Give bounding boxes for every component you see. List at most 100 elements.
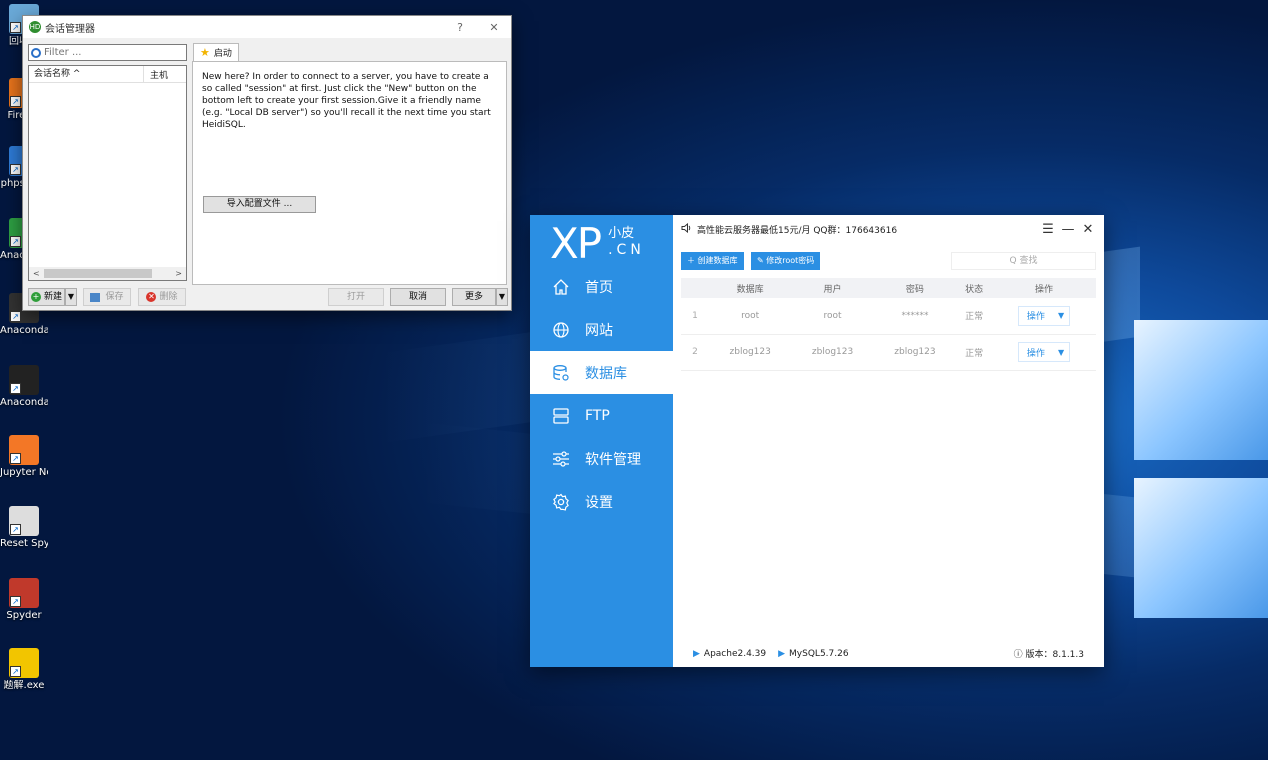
sidebar-item-label: 设置 [585,494,613,511]
new-dropdown-button[interactable]: ▼ [65,288,77,306]
sidebar-item-ftp[interactable]: FTP [530,394,673,437]
chevron-down-icon[interactable]: ▼ [1053,348,1069,357]
database-icon [552,364,570,382]
button-bar: + 新建 ▼ 保存 ✕ 删除 打开 取消 更多 ▼ [28,288,508,306]
table-header: 数据库 用户 密码 状态 操作 [681,278,1096,298]
service-mysql[interactable]: ▶ MySQL5.7.26 [778,647,848,660]
close-button[interactable]: ✕ [477,21,511,34]
cell-database: root [741,310,760,321]
import-settings-button[interactable]: 导入配置文件 ... [203,196,316,213]
save-icon [90,292,101,302]
desktop-icon[interactable]: ↗ Spyder [0,578,48,622]
column-header: 状态 [965,284,984,295]
column-session-name[interactable]: 会话名称 ^ [29,66,144,82]
app-icon: ↗ [9,435,39,465]
search-input[interactable]: Q 查找 [951,252,1096,270]
cancel-button[interactable]: 取消 [390,288,446,306]
horizontal-scrollbar[interactable]: < > [29,267,186,280]
heidisql-app-icon: HD [29,21,41,33]
desktop-icon[interactable]: ↗ Anaconda Prompt [0,365,48,409]
app-icon: ↗ [9,648,39,678]
scroll-right-icon[interactable]: > [175,269,186,278]
save-button[interactable]: 保存 [83,288,131,306]
scroll-thumb[interactable] [43,269,152,278]
filter-box[interactable] [28,44,187,61]
sidebar-item-home[interactable]: 首页 [530,265,673,308]
sidebar-nav: 首页网站 数据库 FTP 软件管理设置 [530,265,673,523]
status-footer: ▶ Apache2.4.39 ▶ MySQL5.7.26 ⓘ 版本：8.1.1.… [693,647,1084,661]
change-root-password-button[interactable]: ✎ 修改root密码 [751,252,821,270]
welcome-text: New here? In order to connect to a serve… [202,72,491,130]
desktop-icon[interactable]: ↗ 题解.exe [0,648,48,692]
minimize-button[interactable]: — [1058,222,1078,237]
sidebar: XP 小皮 .CN 首页 网站 数据库 FTP 软件管理 设置 [530,215,673,667]
start-panel: New here? In order to connect to a serve… [192,61,507,285]
cell-status: 正常 [965,312,984,323]
play-icon: ▶ [778,648,786,659]
shortcut-arrow-icon: ↗ [10,666,21,677]
shortcut-arrow-icon: ↗ [10,524,21,535]
session-tree[interactable]: 会话名称 ^ 主机 < > [28,65,187,281]
scroll-left-icon[interactable]: < [29,269,40,278]
menu-icon[interactable]: ☰ [1038,222,1058,237]
cell-status: 正常 [965,348,984,359]
logo-xp: XP [550,219,602,268]
open-button[interactable]: 打开 [328,288,384,306]
sidebar-item-gear[interactable]: 设置 [530,480,673,523]
shortcut-arrow-icon: ↗ [10,311,21,322]
action-button-label[interactable]: 操作 [1019,346,1053,359]
main-panel: 高性能云服务器最低15元/月 QQ群：176643616 ☰ — ✕ ＋ 创建数… [673,215,1104,667]
desktop-icon-label: Reset Spyde... [0,538,48,549]
sidebar-item-label: FTP [585,407,610,424]
session-list-pane: 会话名称 ^ 主机 < > [28,44,187,285]
more-dropdown-button[interactable]: ▼ [496,288,508,306]
column-host[interactable]: 主机 [144,68,168,81]
shortcut-arrow-icon: ↗ [10,236,21,247]
shortcut-arrow-icon: ↗ [10,596,21,607]
desktop-icon[interactable]: ↗ Jupyter Notebook [0,435,48,479]
action-button-label[interactable]: 操作 [1019,309,1053,322]
tab-start[interactable]: ★ 启动 [193,43,239,61]
save-button-label: 保存 [105,292,124,302]
column-header: 密码 [905,284,924,295]
more-button[interactable]: 更多 [452,288,496,306]
sidebar-item-label: 首页 [585,279,613,296]
service-apache[interactable]: ▶ Apache2.4.39 [693,647,766,660]
new-button-label: 新建 [43,292,62,302]
cell-actions: 操作 ▼ [992,298,1096,334]
desktop-icon-label: Spyder [6,610,42,621]
create-database-button[interactable]: ＋ 创建数据库 [681,252,744,270]
chevron-down-icon[interactable]: ▼ [1053,311,1069,320]
star-icon: ★ [200,46,210,59]
delete-icon: ✕ [146,292,157,302]
shortcut-arrow-icon: ↗ [10,22,21,33]
filter-input[interactable] [44,47,174,58]
column-header [681,278,709,298]
ad-text[interactable]: 高性能云服务器最低15元/月 QQ群：176643616 [697,223,1038,236]
sidebar-item-globe[interactable]: 网站 [530,308,673,351]
window-titlebar[interactable]: HD 会话管理器 ? ✕ [23,16,511,38]
cell-database: zblog123 [729,347,771,357]
delete-button[interactable]: ✕ 删除 [138,288,186,306]
action-button[interactable]: 操作 ▼ [1017,305,1071,326]
phpstudy-window: XP 小皮 .CN 首页 网站 数据库 FTP 软件管理 设置 高性能云服务器最低15元/… [530,215,1104,667]
sidebar-item-sliders[interactable]: 软件管理 [530,437,673,480]
service-mysql-label: MySQL5.7.26 [789,648,849,659]
shortcut-arrow-icon: ↗ [10,383,21,394]
desktop-icon-label: Anaconda Prompt [0,397,48,408]
new-button[interactable]: + 新建 [28,288,65,306]
help-button[interactable]: ? [443,21,477,34]
desktop-icon-label: Anaconda Powersh... [0,325,48,336]
close-button[interactable]: ✕ [1078,222,1098,237]
cell-user: zblog123 [811,347,854,357]
speaker-icon [681,222,692,236]
session-tree-header: 会话名称 ^ 主机 [29,66,186,83]
action-button[interactable]: 操作 ▼ [1017,342,1071,362]
cell-user: root [823,310,842,321]
table-row[interactable]: 1 root root ****** 正常 操作 ▼ [681,298,1096,334]
top-bar: 高性能云服务器最低15元/月 QQ群：176643616 ☰ — ✕ [673,215,1104,243]
table-row[interactable]: 2 zblog123 zblog123 zblog123 正常 操作 ▼ [681,334,1096,370]
tab-start-label: 启动 [213,49,232,59]
desktop-icon[interactable]: ↗ Reset Spyde... [0,506,48,550]
sidebar-item-database[interactable]: 数据库 [530,351,673,394]
